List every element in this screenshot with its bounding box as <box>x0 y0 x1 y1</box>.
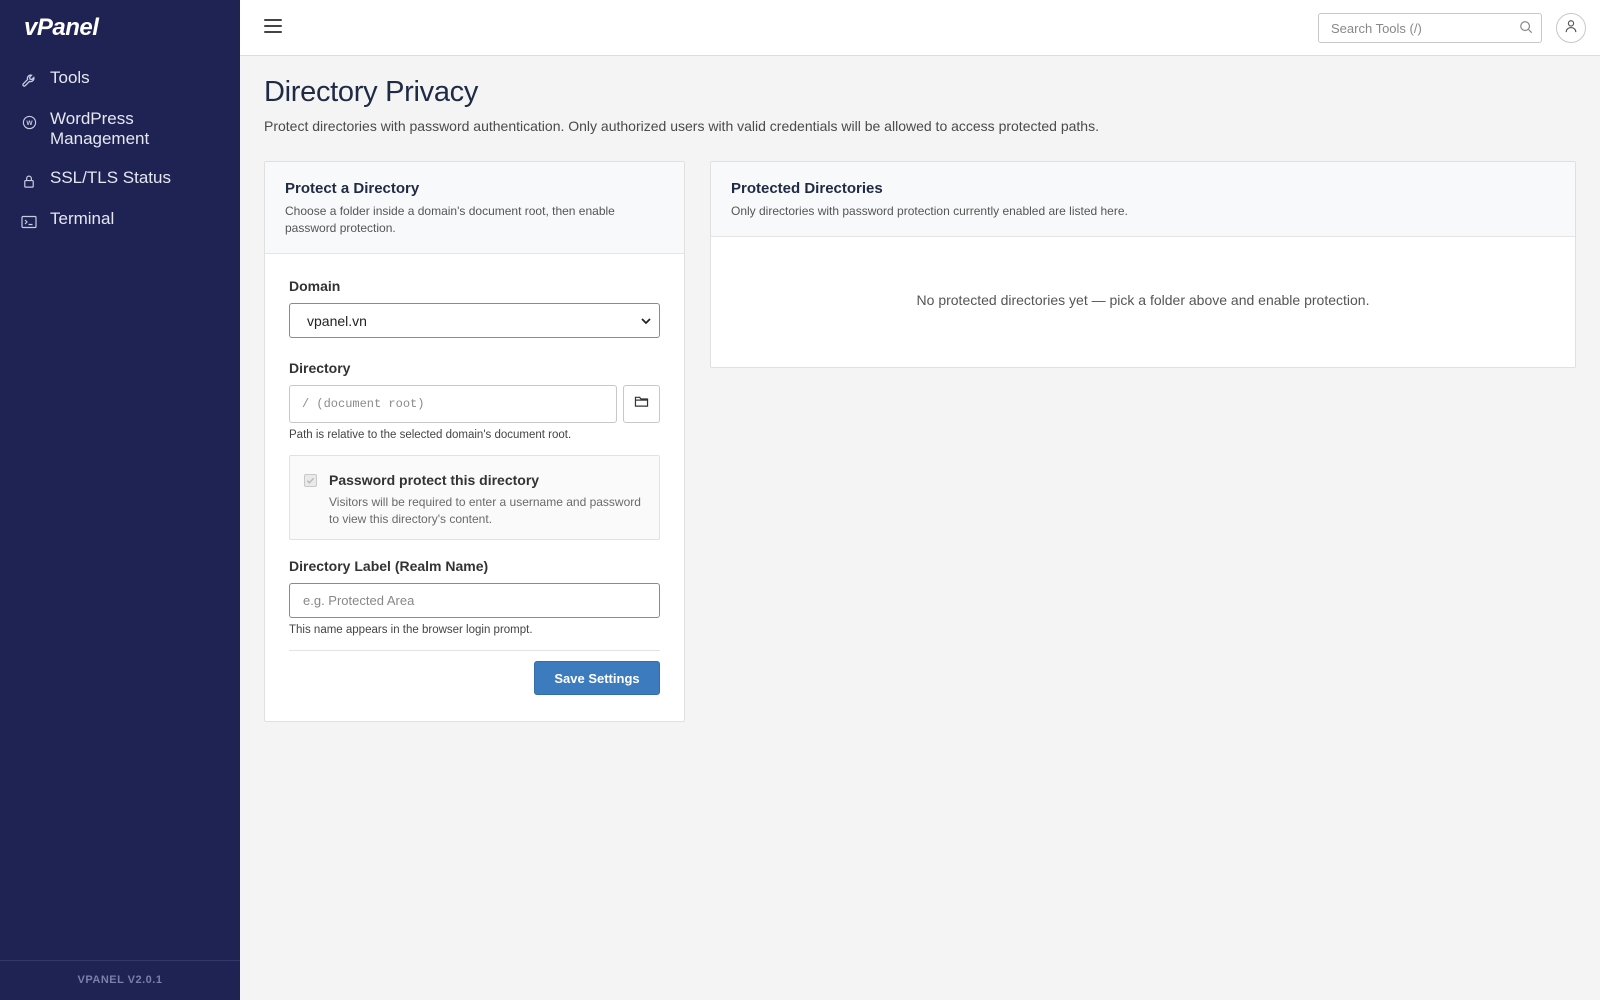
user-icon <box>1564 19 1578 38</box>
sidebar-item-label: Tools <box>50 68 90 87</box>
version-label: VPANEL V2.0.1 <box>0 960 240 1000</box>
menu-toggle-icon[interactable] <box>264 19 282 35</box>
realm-help: This name appears in the browser login p… <box>289 624 533 636</box>
sidebar-item-wordpress[interactable]: W WordPress Management <box>0 103 240 155</box>
page-description: Protect directories with password authen… <box>264 118 1099 134</box>
directory-input[interactable] <box>289 385 617 423</box>
directory-help: Path is relative to the selected domain'… <box>289 429 572 441</box>
card-header: Protected Directories Only directories w… <box>711 162 1575 237</box>
topbar <box>240 0 1600 56</box>
password-protect-checkbox[interactable] <box>304 474 317 487</box>
protect-directory-card: Protect a Directory Choose a folder insi… <box>264 161 685 722</box>
sidebar-item-terminal[interactable]: Terminal <box>0 203 240 237</box>
svg-text:W: W <box>26 119 33 126</box>
search-icon[interactable] <box>1519 20 1535 36</box>
save-settings-button[interactable]: Save Settings <box>534 661 660 695</box>
search-input[interactable] <box>1319 14 1499 42</box>
app-logo[interactable]: vPanel <box>24 14 99 42</box>
password-protect-text: Password protect this directory Visitors… <box>329 472 645 526</box>
protect-form: Domain vpanel.vn Directory Path is relat… <box>265 254 684 695</box>
realm-label: Directory Label (Realm Name) <box>289 558 489 574</box>
card-subtitle: Only directories with password protectio… <box>731 204 1128 218</box>
sidebar-item-label: Terminal <box>50 209 115 228</box>
page-title: Directory Privacy <box>264 76 479 108</box>
sidebar-item-ssl[interactable]: SSL/TLS Status <box>0 162 240 196</box>
domain-label: Domain <box>289 278 341 294</box>
password-protect-description: Visitors will be required to enter a use… <box>329 495 641 526</box>
realm-name-input[interactable] <box>289 583 660 618</box>
wrench-icon <box>20 72 38 90</box>
domain-select[interactable]: vpanel.vn <box>289 303 660 338</box>
sidebar-nav: Tools W WordPress Management SSL/TLS Sta… <box>0 62 240 244</box>
protected-directories-card: Protected Directories Only directories w… <box>710 161 1576 368</box>
wordpress-icon: W <box>20 113 38 131</box>
search-box <box>1318 13 1542 43</box>
card-subtitle: Choose a folder inside a domain's docume… <box>285 204 615 235</box>
sidebar: vPanel Tools W WordPress Management SSL/… <box>0 0 240 1000</box>
directory-label: Directory <box>289 360 351 376</box>
browse-folder-button[interactable] <box>623 385 660 423</box>
card-header: Protect a Directory Choose a folder insi… <box>265 162 684 254</box>
form-divider <box>289 650 660 651</box>
sidebar-item-label: SSL/TLS Status <box>50 168 171 187</box>
folder-icon <box>634 395 649 413</box>
lock-icon <box>20 172 38 190</box>
empty-state-message: No protected directories yet — pick a fo… <box>916 292 1370 308</box>
terminal-icon <box>20 213 38 231</box>
password-protect-title: Password protect this directory <box>329 472 540 488</box>
sidebar-item-tools[interactable]: Tools <box>0 62 240 96</box>
chevron-down-icon <box>640 314 654 328</box>
domain-select-value: vpanel.vn <box>307 313 367 329</box>
card-title: Protect a Directory <box>285 180 420 197</box>
directory-row <box>289 385 660 423</box>
card-title: Protected Directories <box>731 180 883 197</box>
user-menu-button[interactable] <box>1556 13 1586 43</box>
sidebar-item-label: WordPress Management <box>50 109 150 148</box>
password-protect-option: Password protect this directory Visitors… <box>289 455 660 540</box>
